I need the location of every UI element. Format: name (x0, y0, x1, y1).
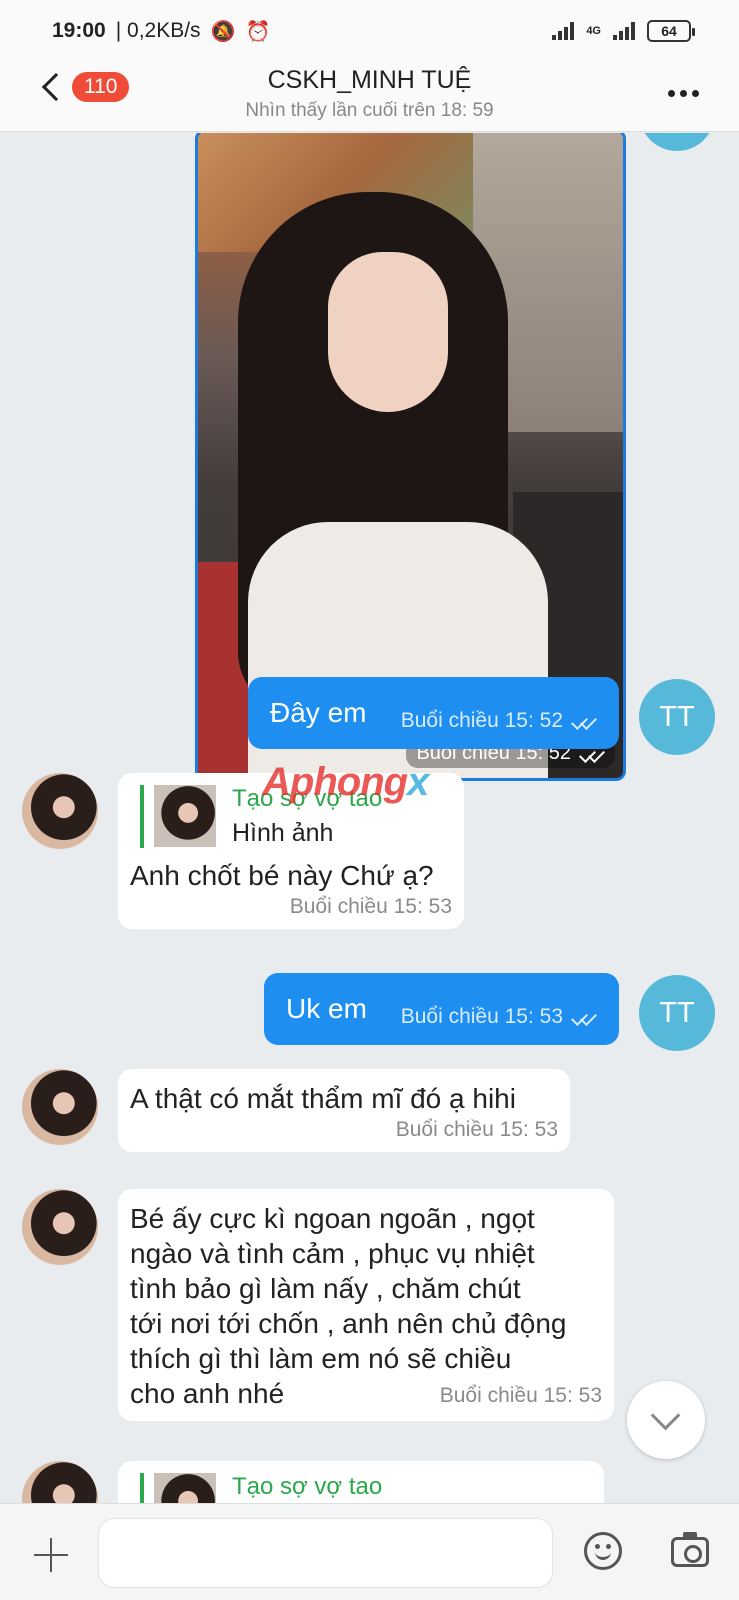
status-right: 4G 64 (552, 20, 695, 42)
mute-icon: 🔕 (210, 20, 236, 43)
quote-sender: Tạo sợ vợ tao (232, 1473, 383, 1500)
composer (0, 1503, 739, 1600)
message-line: tình bảo gì làm nấy , chăm chút (130, 1273, 521, 1304)
battery-icon: 64 (647, 20, 695, 42)
quote-thumbnail (154, 1473, 216, 1503)
incoming-message[interactable]: Tạo sợ vợ tao (118, 1461, 604, 1503)
message-text: Anh chốt bé này Chứ ạ? (130, 860, 434, 891)
network-type: 4G (586, 25, 601, 37)
chat-header: 110 CSKH_MINH TUỆ Nhìn thấy lần cuối trê… (0, 62, 739, 132)
chat-area[interactable]: Buổi chiều 15: 52 Đây em Buổi chiều 15: … (0, 133, 739, 1503)
incoming-message[interactable]: A thật có mắt thẩm mĩ đó ạ hihi Buổi chi… (118, 1069, 570, 1152)
last-seen: Nhìn thấy lần cuối trên 18: 59 (245, 100, 494, 121)
message-meta: Buổi chiều 15: 53 (401, 1005, 597, 1029)
scroll-down-button[interactable] (627, 1381, 705, 1459)
quote-thumbnail (154, 785, 216, 847)
avatar[interactable] (22, 1189, 98, 1265)
incoming-message[interactable]: Bé ấy cực kì ngoan ngoãn , ngọt ngào và … (118, 1189, 614, 1421)
chat-title: CSKH_MINH TUỆ (267, 66, 472, 94)
emoji-icon[interactable] (584, 1532, 622, 1570)
message-text: Đây em (270, 697, 367, 728)
message-line: thích gì thì làm em nó sẽ chiều (130, 1343, 512, 1374)
message-line: tới nơi tới chốn , anh nên chủ động (130, 1308, 567, 1339)
message-time: Buổi chiều 15: 53 (439, 1384, 602, 1407)
status-speed: | 0,2KB/s (115, 19, 201, 42)
avatar[interactable] (639, 133, 715, 151)
message-text: Uk em (286, 993, 367, 1024)
message-text: A thật có mắt thẩm mĩ đó ạ hihi (130, 1083, 516, 1114)
plus-icon[interactable] (34, 1538, 68, 1572)
watermark-part1: Aphong (262, 760, 408, 804)
avatar[interactable] (22, 773, 98, 849)
quote-type: Hình ảnh (232, 819, 334, 847)
message-line: Bé ấy cực kì ngoan ngoãn , ngọt (130, 1203, 535, 1234)
message-meta: Buổi chiều 15: 52 (401, 709, 597, 733)
status-time: 19:00 (52, 19, 106, 42)
camera-icon[interactable] (671, 1532, 709, 1567)
more-icon[interactable] (668, 90, 699, 97)
message-line: ngào và tình cảm , phục vụ nhiệt (130, 1238, 535, 1269)
avatar[interactable] (22, 1069, 98, 1145)
status-bar: 19:00 | 0,2KB/s 🔕 ⏰ 4G 64 (0, 0, 739, 62)
avatar[interactable]: TT (639, 975, 715, 1051)
avatar[interactable]: TT (639, 679, 715, 755)
message-time: Buổi chiều 15: 53 (400, 1005, 563, 1028)
outgoing-message[interactable]: Đây em Buổi chiều 15: 52 (248, 677, 619, 749)
alarm-icon: ⏰ (245, 20, 271, 43)
avatar[interactable] (22, 1461, 98, 1503)
watermark: Aphongx (262, 760, 429, 805)
message-time: Buổi chiều 15: 52 (400, 709, 563, 732)
read-ticks-icon (571, 1010, 597, 1024)
signal-icon-2 (613, 22, 635, 40)
message-time: Buổi chiều 15: 53 (395, 1118, 558, 1141)
read-ticks-icon (571, 714, 597, 728)
watermark-part2: x (407, 760, 429, 804)
signal-icon (552, 22, 575, 40)
outgoing-message[interactable]: Uk em Buổi chiều 15: 53 (264, 973, 619, 1045)
message-input[interactable] (98, 1518, 553, 1588)
status-left: 19:00 | 0,2KB/s 🔕 ⏰ (52, 19, 270, 44)
quoted-reply[interactable]: Tạo sợ vợ tao (140, 1473, 592, 1503)
message-time: Buổi chiều 15: 53 (289, 895, 452, 918)
message-line: cho anh nhé (130, 1378, 285, 1409)
photo-face (328, 252, 448, 412)
